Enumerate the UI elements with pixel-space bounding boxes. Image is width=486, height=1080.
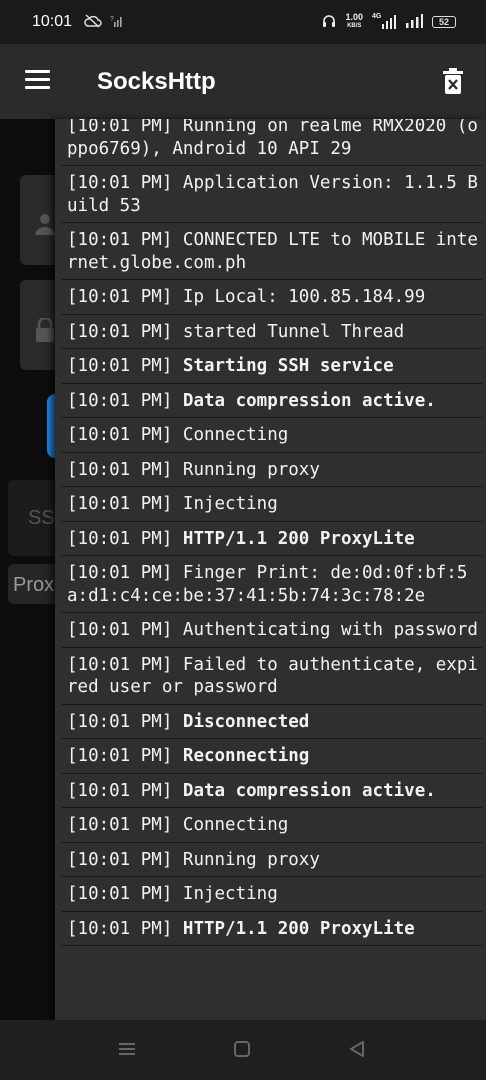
- log-entry: [10:01 PM] started Tunnel Thread: [62, 315, 482, 349]
- navigation-bar: [0, 1020, 486, 1080]
- signal-icon: [405, 13, 423, 31]
- log-timestamp: [10:01 PM]: [67, 390, 173, 411]
- log-timestamp: [10:01 PM]: [67, 528, 173, 549]
- cloud-off-icon: [84, 13, 102, 31]
- log-entry: [10:01 PM] HTTP/1.1 200 ProxyLite: [62, 912, 482, 946]
- log-entry: [10:01 PM] Injecting: [62, 877, 482, 912]
- ssh-label: SS: [28, 507, 55, 529]
- log-message: started Tunnel Thread: [182, 321, 405, 342]
- log-message: Connecting: [182, 815, 289, 835]
- log-message: Ip Local: 100.85.184.99: [182, 287, 426, 307]
- log-entry: [10:01 PM] Running proxy: [62, 843, 482, 877]
- log-message: Starting SSH service: [182, 356, 394, 376]
- back-icon[interactable]: [348, 1040, 366, 1063]
- log-timestamp: [10:01 PM]: [67, 815, 173, 835]
- battery-icon: 52: [432, 16, 456, 28]
- network-speed: 1.00 KB/S: [345, 13, 363, 31]
- log-entry: [10:01 PM] Data compression active.: [62, 384, 482, 418]
- log-message: Injecting: [182, 884, 278, 904]
- log-message: Data compression active.: [182, 390, 436, 411]
- log-message: Data compression active.: [182, 780, 436, 801]
- log-message: Authenticating with password: [182, 620, 478, 640]
- log-entry: [10:01 PM] Running on realme RMX2020 (op…: [62, 119, 482, 166]
- user-icon: [35, 214, 55, 235]
- battery-level: 52: [438, 17, 449, 27]
- log-drawer[interactable]: [10:01 PM] Running on realme RMX2020 (op…: [55, 119, 486, 1020]
- log-timestamp: [10:01 PM]: [67, 230, 173, 250]
- log-entry: [10:01 PM] CONNECTED LTE to MOBILE inter…: [62, 223, 482, 280]
- no-sim-icon: ?: [110, 14, 122, 31]
- svg-text:?: ?: [110, 16, 114, 23]
- log-list[interactable]: [10:01 PM] Running on realme RMX2020 (op…: [62, 119, 482, 946]
- headset-icon: [322, 14, 336, 31]
- log-timestamp: [10:01 PM]: [67, 119, 173, 136]
- log-timestamp: [10:01 PM]: [67, 459, 173, 480]
- log-message: Disconnected: [182, 711, 310, 732]
- log-timestamp: [10:01 PM]: [67, 356, 173, 376]
- log-timestamp: [10:01 PM]: [67, 746, 173, 766]
- log-message: Reconnecting: [182, 746, 310, 766]
- app-title: SocksHttp: [97, 68, 216, 95]
- log-timestamp: [10:01 PM]: [67, 287, 173, 307]
- log-entry: [10:01 PM] Ip Local: 100.85.184.99: [62, 280, 482, 315]
- log-timestamp: [10:01 PM]: [67, 711, 173, 732]
- speed-value: 1.00: [345, 12, 363, 22]
- trash-icon[interactable]: [442, 68, 464, 94]
- log-timestamp: [10:01 PM]: [67, 173, 173, 193]
- log-entry: [10:01 PM] Running proxy: [62, 453, 482, 487]
- log-timestamp: [10:01 PM]: [67, 494, 173, 514]
- speed-unit: KB/S: [347, 23, 362, 29]
- log-message: Running proxy: [182, 849, 320, 870]
- log-entry: [10:01 PM] Reconnecting: [62, 739, 482, 774]
- log-timestamp: [10:01 PM]: [67, 780, 173, 801]
- log-timestamp: [10:01 PM]: [67, 563, 173, 583]
- signal-4g-icon: 4G: [372, 13, 396, 29]
- log-timestamp: [10:01 PM]: [67, 620, 173, 640]
- log-message: HTTP/1.1 200 ProxyLite: [182, 528, 415, 549]
- log-message: Connecting: [182, 425, 289, 445]
- recents-icon[interactable]: [118, 1040, 136, 1063]
- log-entry: [10:01 PM] Authenticating with password: [62, 613, 482, 648]
- log-entry: [10:01 PM] Injecting: [62, 487, 482, 522]
- log-entry: [10:01 PM] Connecting: [62, 418, 482, 453]
- log-timestamp: [10:01 PM]: [67, 321, 173, 342]
- status-bar: 10:01 ? 1.00 KB/S 4G 52: [0, 0, 486, 44]
- home-icon[interactable]: [233, 1040, 251, 1063]
- log-timestamp: [10:01 PM]: [67, 849, 173, 870]
- status-time: 10:01: [32, 13, 73, 30]
- log-timestamp: [10:01 PM]: [67, 918, 173, 939]
- log-message: HTTP/1.1 200 ProxyLite: [182, 918, 415, 939]
- log-timestamp: [10:01 PM]: [67, 654, 173, 675]
- proxy-label: Prox: [13, 574, 55, 596]
- log-entry: [10:01 PM] HTTP/1.1 200 ProxyLite: [62, 522, 482, 556]
- log-entry: [10:01 PM] Disconnected: [62, 705, 482, 739]
- log-timestamp: [10:01 PM]: [67, 425, 173, 445]
- log-timestamp: [10:01 PM]: [67, 884, 173, 904]
- log-message: Running proxy: [182, 459, 320, 480]
- lock-icon: [36, 318, 54, 342]
- app-bar: SocksHttp: [0, 44, 486, 119]
- log-entry: [10:01 PM] Failed to authenticate, expir…: [62, 648, 482, 705]
- log-entry: [10:01 PM] Starting SSH service: [62, 349, 482, 384]
- hamburger-menu-icon[interactable]: [25, 70, 50, 90]
- log-entry: [10:01 PM] Connecting: [62, 808, 482, 843]
- log-entry: [10:01 PM] Finger Print: de:0d:0f:bf:5a:…: [62, 556, 482, 613]
- log-entry: [10:01 PM] Data compression active.: [62, 774, 482, 808]
- log-entry: [10:01 PM] Application Version: 1.1.5 Bu…: [62, 166, 482, 223]
- log-message: Injecting: [182, 494, 278, 514]
